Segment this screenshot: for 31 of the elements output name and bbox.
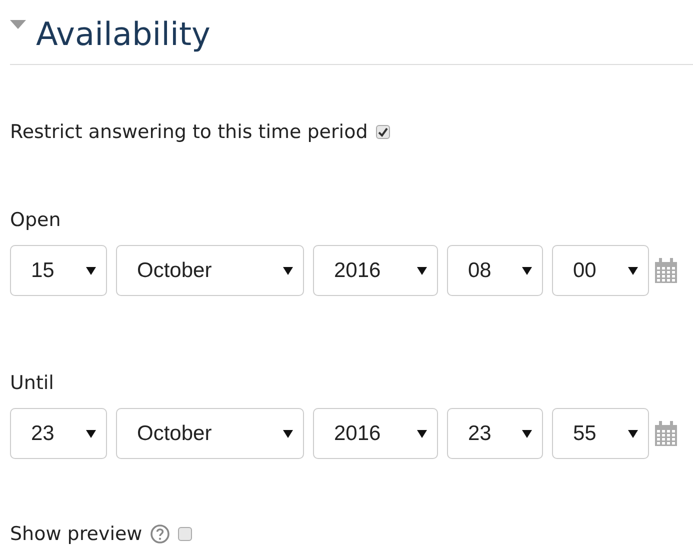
restrict-checkbox[interactable] [376,125,390,139]
calendar-icon[interactable] [654,258,678,284]
collapse-triangle-icon[interactable] [10,20,26,30]
caret-icon [522,266,532,274]
caret-icon [628,430,638,438]
caret-icon [86,430,96,438]
month-select[interactable]: October [116,408,304,459]
caret-icon [417,430,427,438]
help-icon[interactable] [150,524,170,544]
year-select[interactable]: 2016 [313,245,438,296]
day-select[interactable]: 23 [10,408,107,459]
month-select[interactable]: October [116,245,304,296]
date-label: Open [10,209,62,231]
calendar-icon[interactable] [654,420,678,446]
caret-icon [283,266,293,274]
restrict-label: Restrict answering to this time period [10,121,368,143]
date-label: Until [10,372,55,394]
preview-label: Show preview [10,523,142,545]
preview-checkbox[interactable] [178,527,192,541]
minute-select[interactable]: 00 [552,245,649,296]
hour-select[interactable]: 23 [447,408,543,459]
section-title: Availability [36,15,210,53]
caret-icon [86,266,96,274]
day-select[interactable]: 15 [10,245,107,296]
caret-icon [522,430,532,438]
hour-select[interactable]: 08 [447,245,543,296]
caret-icon [417,266,427,274]
caret-icon [628,266,638,274]
minute-select[interactable]: 55 [552,408,649,459]
year-select[interactable]: 2016 [313,408,438,459]
caret-icon [283,430,293,438]
